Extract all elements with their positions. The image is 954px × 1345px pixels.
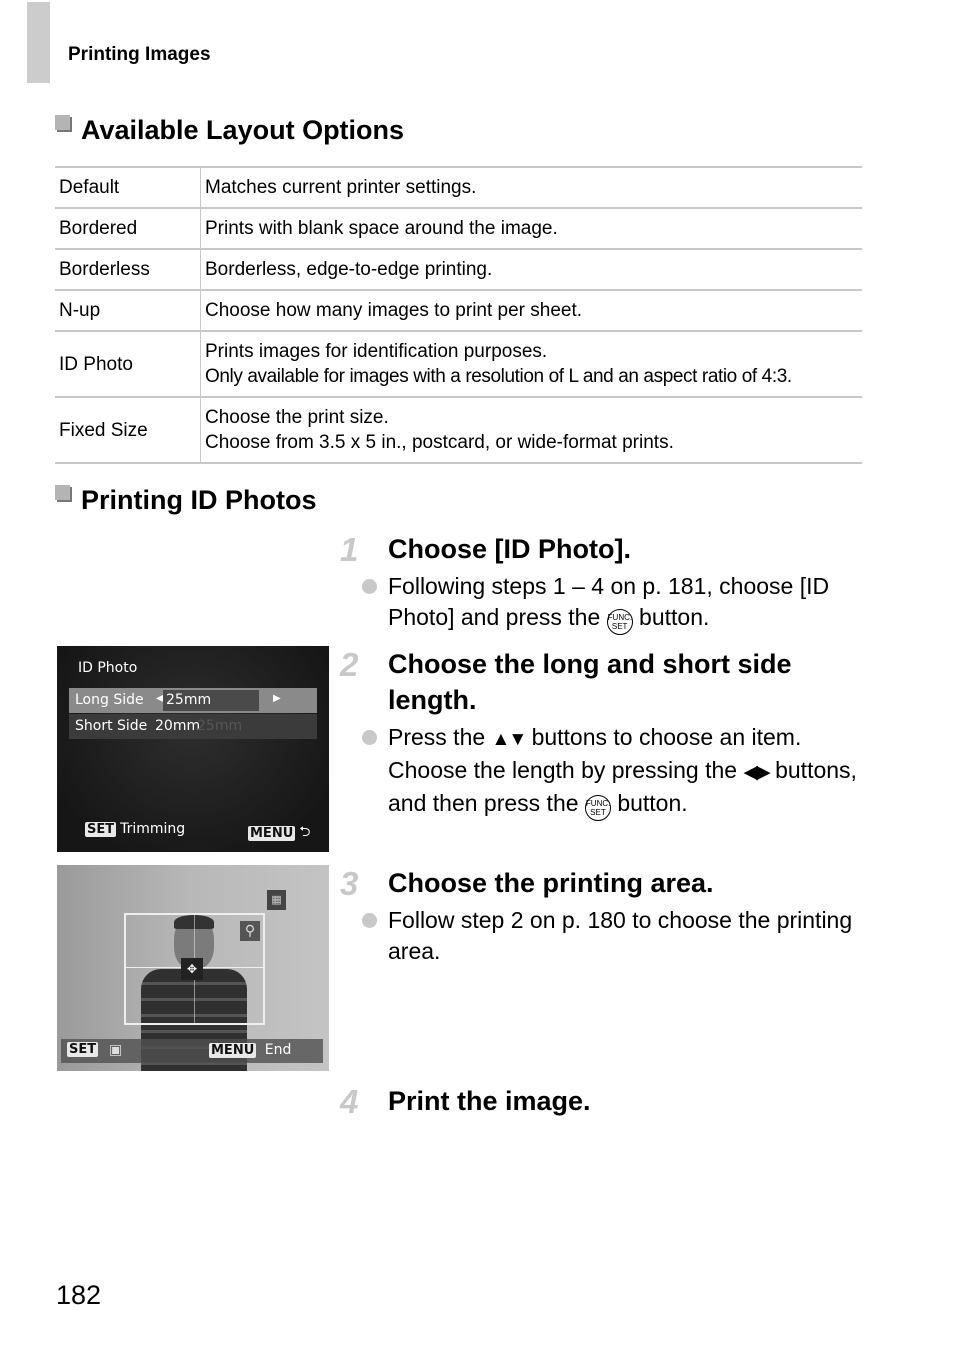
set-key-icon: SET — [67, 1042, 99, 1057]
step-number: 4 — [340, 1083, 359, 1120]
instruction-text: Press the — [388, 724, 486, 750]
func-set-button-icon: FUNC. SET — [584, 795, 611, 821]
menu-key-icon: MENU — [209, 1043, 257, 1058]
screen-title: ID Photo — [78, 660, 138, 676]
camera-screen-id-photo-settings: ID Photo Long Side ◀ 25mm ▶ Short Side 2… — [57, 646, 329, 852]
description-line: Only available for images with a resolut… — [205, 366, 792, 387]
set-key-icon: SET — [85, 821, 117, 837]
instruction-text: button. — [617, 790, 688, 816]
option-description: Choose the print size. Choose from 3.5 x… — [200, 396, 862, 464]
func-set-button-icon: FUNC. SET — [606, 609, 633, 635]
description-line: Choose the print size. — [205, 407, 389, 428]
menu-row-value: 20mm — [155, 718, 201, 734]
screen-footer-right: MENU ⮌ — [248, 821, 310, 845]
description-line: Prints images for identification purpose… — [205, 341, 548, 362]
table-row: Borderless Borderless, edge-to-edge prin… — [55, 248, 862, 290]
option-name: Borderless — [55, 248, 201, 290]
table-row: N-up Choose how many images to print per… — [55, 289, 862, 331]
menu-row-value: 25mm — [163, 690, 259, 711]
step-3: 3 Choose the printing area. Follow step … — [340, 865, 870, 967]
section-square-icon — [55, 115, 72, 132]
section-heading-id-photos: Printing ID Photos — [55, 485, 317, 516]
step-title: Print the image. — [388, 1086, 591, 1116]
step-instruction: Following steps 1 – 4 on p. 181, choose … — [362, 571, 870, 635]
step-4: 4 Print the image. — [340, 1083, 870, 1120]
camera-screen-printing-area: ✥ ⚲ ▦ SET ▣ MENU End — [57, 865, 329, 1071]
step-2: 2 Choose the long and short side length.… — [340, 646, 870, 821]
step-title: Choose the long and short side length. — [388, 649, 792, 715]
option-name: ID Photo — [55, 330, 201, 397]
chapter-tab — [27, 2, 50, 83]
menu-row-short-side: Short Side 20mm 25mm — [69, 714, 317, 739]
option-name: Bordered — [55, 207, 201, 249]
rotate-frame-icon: ▦ — [267, 890, 286, 910]
section-square-icon — [55, 485, 72, 502]
footer-label: Trimming — [120, 821, 186, 837]
step-number: 1 — [340, 531, 359, 568]
table-row: ID Photo Prints images for identificatio… — [55, 330, 862, 397]
footer-label: End — [264, 1042, 292, 1058]
step-instruction: Follow step 2 on p. 180 to choose the pr… — [362, 905, 870, 967]
option-name: N-up — [55, 289, 201, 331]
table-row: Bordered Prints with blank space around … — [55, 207, 862, 249]
screen-footer: SET ▣ MENU End — [61, 1039, 323, 1063]
step-title: Choose the printing area. — [388, 868, 714, 898]
option-description: Prints with blank space around the image… — [200, 207, 862, 249]
description-line: Choose from 3.5 x 5 in., postcard, or wi… — [205, 432, 674, 453]
option-description: Choose how many images to print per shee… — [200, 289, 862, 331]
right-arrow-icon: ▶ — [273, 693, 281, 704]
menu-row-label: Long Side — [75, 692, 144, 708]
option-name: Default — [55, 166, 201, 208]
table-row: Fixed Size Choose the print size. Choose… — [55, 396, 862, 464]
section-heading-layout-options: Available Layout Options — [55, 115, 404, 146]
option-description: Borderless, edge-to-edge printing. — [200, 248, 862, 290]
footer-right: MENU End — [209, 1042, 291, 1058]
screen-footer-left: SET Trimming — [85, 821, 185, 837]
menu-row-long-side: Long Side ◀ 25mm ▶ — [69, 688, 317, 713]
option-name: Fixed Size — [55, 396, 201, 464]
table-row: Default Matches current printer settings… — [55, 166, 862, 208]
step-title: Choose [ID Photo]. — [388, 534, 631, 564]
step-number: 2 — [340, 646, 359, 683]
option-description: Prints images for identification purpose… — [200, 330, 862, 397]
step-1: 1 Choose [ID Photo]. Following steps 1 –… — [340, 531, 870, 635]
layout-options-table: Default Matches current printer settings… — [55, 166, 862, 464]
left-right-arrow-icon: ◀▶ — [743, 762, 770, 783]
step-instruction: Press the ▲▼ buttons to choose an item. … — [362, 722, 870, 821]
page-number: 182 — [56, 1280, 102, 1310]
running-header: Printing Images — [68, 44, 211, 65]
section-title: Available Layout Options — [81, 115, 405, 145]
option-description: Matches current printer settings. — [200, 166, 862, 208]
up-down-arrow-icon: ▲▼ — [491, 729, 528, 750]
step-number: 3 — [340, 865, 359, 902]
section-title: Printing ID Photos — [81, 485, 317, 515]
menu-key-icon: MENU — [248, 825, 296, 841]
instruction-text: button. — [639, 604, 710, 630]
menu-row-label: Short Side — [75, 718, 148, 734]
frame-orientation-icon: ▣ — [109, 1042, 123, 1058]
zoom-icon: ⚲ — [240, 921, 260, 941]
menu-row-ghost-value: 25mm — [197, 718, 243, 734]
back-arrow-icon: ⮌ — [299, 824, 311, 840]
move-frame-icon: ✥ — [181, 958, 203, 980]
